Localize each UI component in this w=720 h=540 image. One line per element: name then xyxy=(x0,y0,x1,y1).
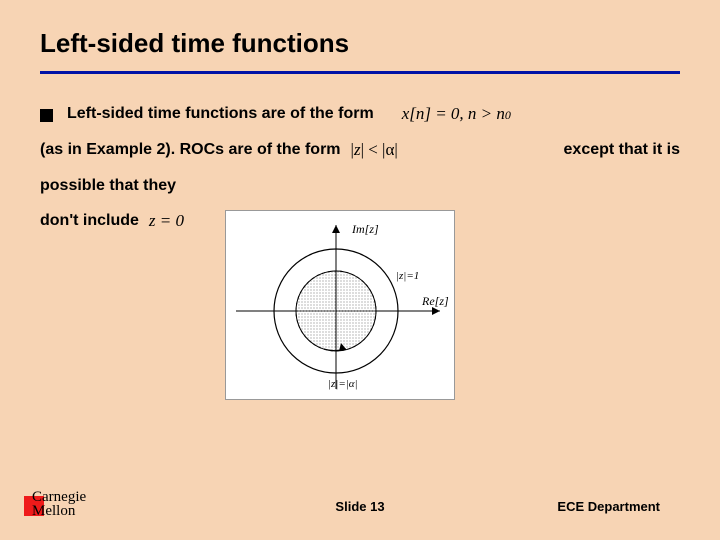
bullet-text-3: possible that they xyxy=(40,177,176,194)
slide-number: Slide 13 xyxy=(335,499,384,514)
bullet-text-4: don't include xyxy=(40,206,139,236)
bullet-text-1: Left-sided time functions are of the for… xyxy=(67,99,374,129)
bullet-text-2-right: except that it is xyxy=(564,135,680,165)
bullet-text-2-left: (as in Example 2). ROCs are of the form xyxy=(40,135,341,165)
department-label: ECE Department xyxy=(557,499,660,514)
carnegie-mellon-logo: Carnegie Mellon xyxy=(24,490,114,522)
math-z0: z = 0 xyxy=(149,205,184,237)
roc-diagram-svg: Im[z] Re[z] |z|=1 |z|=|α| xyxy=(226,211,454,399)
bullet-line-2: (as in Example 2). ROCs are of the form … xyxy=(40,134,680,166)
diagram-unit-label: |z|=1 xyxy=(396,270,419,282)
math-roc: |z| < |α| xyxy=(351,134,398,166)
slide-title: Left-sided time functions xyxy=(40,28,680,59)
diagram-re-label: Re[z] xyxy=(421,294,449,308)
diagram-im-label: Im[z] xyxy=(351,222,379,236)
bullet-line-1: Left-sided time functions are of the for… xyxy=(40,98,680,130)
logo-text-bottom: Mellon xyxy=(32,503,75,520)
footer: Carnegie Mellon Slide 13 ECE Department xyxy=(0,490,720,522)
diagram-alpha-label: |z|=|α| xyxy=(328,378,358,390)
square-bullet-icon xyxy=(40,109,53,122)
title-bar: Left-sided time functions xyxy=(0,0,720,69)
roc-diagram: Im[z] Re[z] |z|=1 |z|=|α| xyxy=(225,210,455,400)
bullet-line-3: possible that they xyxy=(40,171,680,201)
math-xn: x[n] = 0, n > n0 xyxy=(402,98,511,130)
